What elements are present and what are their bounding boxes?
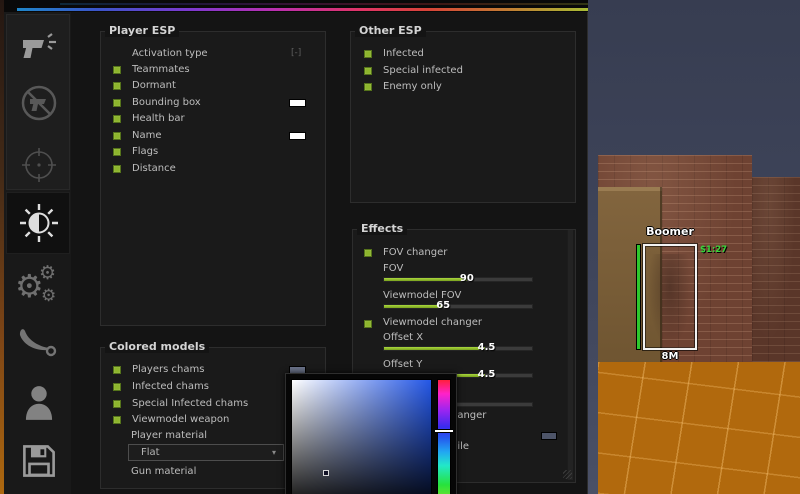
name-checkbox[interactable] — [113, 132, 121, 140]
dormant-label: Dormant — [132, 80, 176, 91]
viewmodel-fov-slider-value: 65 — [436, 300, 450, 311]
offset-x-slider[interactable]: 4.5 — [383, 346, 533, 351]
gears-icon: ⚙ ⚙ ⚙ — [17, 268, 59, 310]
activation-type-label: Activation type — [132, 48, 208, 59]
infected-checkbox[interactable] — [364, 50, 372, 58]
viewmodel-changer-checkbox[interactable] — [364, 320, 372, 328]
sidebar-item-player[interactable] — [18, 382, 60, 424]
sidebar-item-save[interactable] — [18, 440, 60, 482]
ground — [598, 362, 800, 494]
special-infected-chams-label: Special Infected chams — [132, 398, 248, 409]
color-picker-hue-indicator[interactable] — [435, 430, 453, 432]
flags-checkbox[interactable] — [113, 148, 121, 156]
players-chams-label: Players chams — [132, 364, 204, 375]
special-infected-label: Special infected — [383, 65, 463, 76]
bounding-box-label: Bounding box — [132, 97, 201, 108]
player-esp-panel — [100, 31, 326, 326]
offset-x-slider-value: 4.5 — [478, 342, 496, 353]
no-gun-icon — [19, 83, 59, 123]
flags-label: Flags — [132, 146, 158, 157]
player-material-value: Flat — [141, 447, 160, 458]
person-icon — [20, 383, 58, 423]
color-picker-sv-square[interactable] — [291, 379, 432, 494]
health-bar-label: Health bar — [132, 113, 185, 124]
colored-models-title: Colored models — [105, 340, 209, 353]
teammates-checkbox[interactable] — [113, 66, 121, 74]
bounding-box-checkbox[interactable] — [113, 99, 121, 107]
health-bar-checkbox[interactable] — [113, 115, 121, 123]
esp-distance: 8M — [656, 351, 684, 362]
enemy-only-label: Enemy only — [383, 81, 442, 92]
occluded-color-swatch[interactable] — [541, 432, 557, 440]
fov-changer-label: FOV changer — [383, 247, 447, 258]
fov-label: FOV — [383, 263, 403, 274]
color-picker-hue-bar[interactable] — [437, 379, 451, 494]
player-material-label: Player material — [131, 430, 207, 441]
accent-gradient-bar-faint — [60, 3, 588, 5]
crosshair-icon — [20, 146, 58, 184]
effects-resize-grip[interactable] — [563, 470, 572, 479]
accent-gradient-bar — [17, 8, 588, 11]
other-esp-title: Other ESP — [355, 24, 426, 37]
offset-y-slider-value: 4.5 — [478, 369, 496, 380]
offset-x-slider-fill — [384, 347, 485, 350]
viewmodel-weapon-checkbox[interactable] — [113, 416, 121, 424]
distance-checkbox[interactable] — [113, 165, 121, 173]
infected-label: Infected — [383, 48, 424, 59]
dormant-checkbox[interactable] — [113, 82, 121, 90]
sidebar-item-crosshair[interactable] — [18, 144, 60, 186]
sun-brightness-icon — [18, 202, 60, 244]
esp-health-bar — [636, 244, 641, 350]
player-material-dropdown[interactable]: Flat ▾ — [128, 444, 284, 461]
sidebar-item-knife[interactable] — [17, 322, 59, 364]
sidebar-item-aimbot[interactable] — [18, 26, 60, 68]
fov-changer-checkbox[interactable] — [364, 249, 372, 257]
viewmodel-weapon-label: Viewmodel weapon — [132, 414, 229, 425]
activation-keybind[interactable]: [-] — [291, 48, 301, 58]
player-esp-title: Player ESP — [105, 24, 179, 37]
brick-wall-right — [752, 177, 800, 365]
sidebar-item-no-recoil[interactable] — [18, 82, 60, 124]
viewmodel-changer-label: Viewmodel changer — [383, 317, 482, 328]
karambit-knife-icon — [17, 328, 59, 358]
bounding-box-color-swatch[interactable] — [289, 99, 306, 107]
gun-material-label: Gun material — [131, 466, 196, 477]
chevron-down-icon: ▾ — [272, 448, 276, 457]
esp-bounding-box — [643, 244, 697, 350]
name-color-swatch[interactable] — [289, 132, 306, 140]
players-chams-checkbox[interactable] — [113, 366, 121, 374]
fov-slider-fill — [384, 278, 467, 281]
offset-x-label: Offset X — [383, 332, 423, 343]
color-picker-sv-cursor[interactable] — [323, 470, 329, 476]
offset-y-label: Offset Y — [383, 359, 422, 370]
aimbot-gun-icon — [20, 31, 58, 63]
teammates-label: Teammates — [132, 64, 190, 75]
distance-label: Distance — [132, 163, 176, 174]
effects-title: Effects — [357, 222, 407, 235]
special-infected-checkbox[interactable] — [364, 67, 372, 75]
fov-slider[interactable]: 90 — [383, 277, 533, 282]
esp-enemy-name: Boomer — [640, 225, 700, 238]
infected-chams-checkbox[interactable] — [113, 383, 121, 391]
sidebar-item-visuals[interactable] — [18, 202, 60, 244]
sidebar-item-settings[interactable]: ⚙ ⚙ ⚙ — [17, 268, 59, 310]
name-label: Name — [132, 130, 162, 141]
effects-scrollbar[interactable] — [567, 230, 573, 480]
floppy-save-icon — [20, 442, 58, 480]
infected-chams-label: Infected chams — [132, 381, 209, 392]
special-infected-chams-checkbox[interactable] — [113, 400, 121, 408]
enemy-only-checkbox[interactable] — [364, 83, 372, 91]
viewmodel-fov-slider-fill — [384, 305, 443, 308]
viewmodel-fov-slider[interactable]: 65 — [383, 304, 533, 309]
esp-flag-text: $1:27 — [700, 245, 727, 255]
fov-slider-value: 90 — [460, 273, 474, 284]
